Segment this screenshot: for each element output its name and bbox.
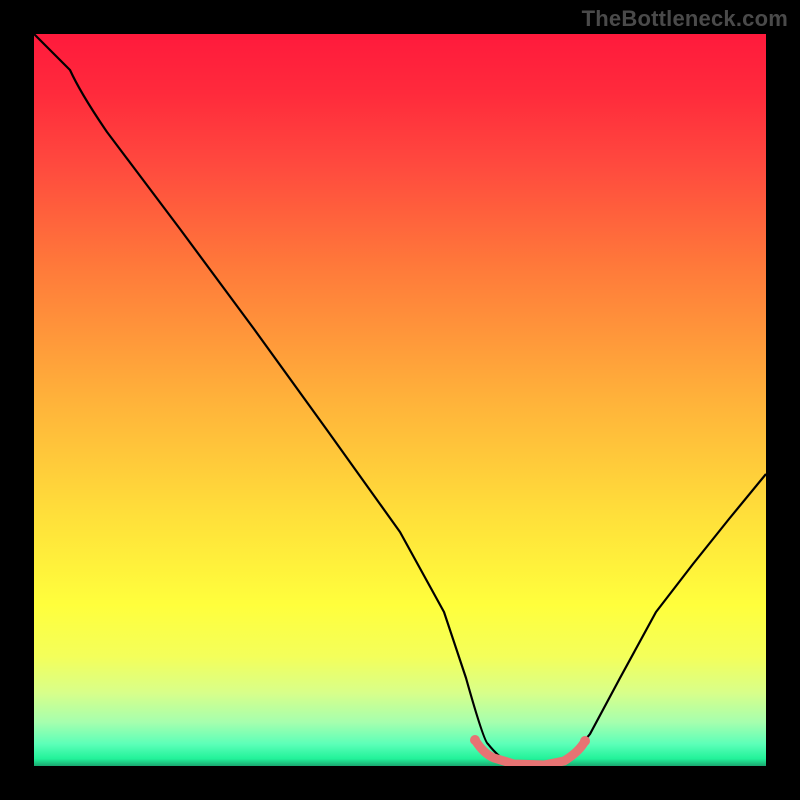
- flat-bottom-marker: [475, 740, 585, 765]
- chart-frame: TheBottleneck.com: [0, 0, 800, 800]
- curve-overlay: [34, 34, 766, 766]
- flat-bottom-end-right: [580, 736, 590, 746]
- flat-bottom-end-left: [470, 735, 480, 745]
- plot-area: [34, 34, 766, 766]
- watermark-text: TheBottleneck.com: [582, 6, 788, 32]
- bottleneck-curve: [34, 34, 766, 765]
